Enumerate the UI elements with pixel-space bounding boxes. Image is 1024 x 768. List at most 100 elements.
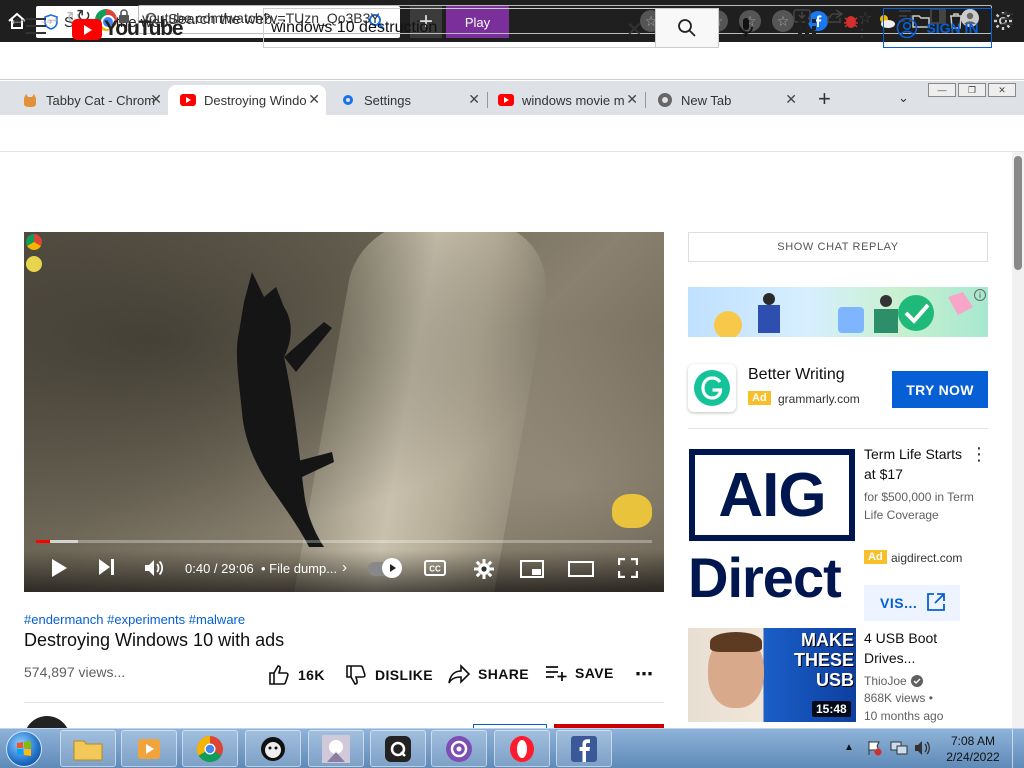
emoji-sticker [612, 494, 652, 528]
verified-icon [910, 675, 923, 687]
app-image-icon [322, 734, 350, 763]
ad-badge: Ad [748, 391, 771, 405]
ad-title[interactable]: Better Writing [748, 366, 845, 384]
opera-icon [510, 735, 534, 762]
clear-icon[interactable]: ✕ [626, 17, 643, 42]
youtube-play-icon [72, 18, 102, 40]
more-vert-icon[interactable]: ⋮ [970, 444, 988, 465]
external-link-icon[interactable] [926, 592, 946, 617]
taskbar-app-face[interactable] [245, 730, 301, 767]
taskbar-media-player[interactable] [121, 730, 177, 767]
share-icon[interactable] [826, 8, 844, 29]
tray-flag-icon[interactable] [866, 740, 882, 759]
new-tab-button[interactable]: + [818, 86, 831, 112]
show-desktop-button[interactable] [1012, 729, 1024, 768]
like-button[interactable]: 16K [268, 664, 325, 686]
tab-settings[interactable]: Settings ✕ [328, 85, 486, 115]
close-icon[interactable]: ✕ [785, 91, 797, 108]
view-count[interactable]: 574,897 views... [24, 664, 125, 680]
youtube-search-button[interactable] [655, 8, 719, 48]
hamburger-menu-icon[interactable] [26, 18, 46, 34]
system-clock[interactable]: 7:08 AM 2/24/2022 [940, 733, 1006, 765]
related-video-title[interactable]: 4 USB Boot Drives... [864, 628, 974, 668]
taskbar-explorer[interactable] [60, 730, 116, 767]
info-icon[interactable]: i [974, 289, 986, 301]
close-window-button[interactable]: ✕ [988, 83, 1016, 97]
minimize-button[interactable]: — [928, 83, 956, 97]
close-icon[interactable]: ✕ [468, 91, 480, 108]
tray-chevron-up-icon[interactable]: ▲ [844, 742, 854, 753]
ad-badge: Ad [864, 550, 887, 564]
ad-title[interactable]: Term Life Starts at $17 [864, 444, 974, 484]
youtube-header [0, 152, 1012, 208]
video-player[interactable]: 0:40 / 29:06 • File dump... › CC [24, 232, 664, 592]
grammarly-logo[interactable] [688, 364, 736, 412]
window-controls: — ❐ ✕ [928, 83, 1018, 99]
scrollbar-thumb[interactable] [1014, 156, 1022, 270]
dislike-button[interactable]: DISLIKE [345, 664, 433, 686]
sign-in-button[interactable]: SIGN IN [883, 8, 992, 48]
show-chat-replay-button[interactable]: SHOW CHAT REPLAY [688, 232, 988, 262]
player-controls: 0:40 / 29:06 • File dump... › CC [24, 550, 664, 592]
tab-windows-movie[interactable]: windows movie m ✕ [486, 85, 644, 115]
thumbnail-hair [710, 632, 762, 652]
captions-icon[interactable]: CC [424, 560, 446, 581]
tabby-cat-icon [22, 92, 38, 108]
chevron-right-icon[interactable]: › [342, 559, 347, 576]
video-hashtags[interactable]: #endermanch #experiments #malware [24, 612, 245, 627]
playlist-add-icon [546, 666, 567, 681]
share-button[interactable]: SHARE [448, 664, 529, 684]
try-now-button[interactable]: TRY NOW [892, 371, 988, 408]
more-vert-icon[interactable]: ⋮ [852, 17, 872, 42]
close-icon[interactable]: ✕ [626, 91, 638, 108]
channel-name[interactable]: ThioJoe [864, 674, 923, 688]
save-label: SAVE [575, 665, 614, 681]
progress-bar[interactable] [36, 540, 652, 543]
play-icon[interactable] [50, 558, 68, 583]
taskbar-opera[interactable] [494, 730, 550, 767]
channel-name-text: ThioJoe [864, 674, 907, 688]
related-video-views: 868K views • [864, 691, 933, 705]
youtube-icon [180, 92, 196, 108]
restore-button[interactable]: ❐ [958, 83, 986, 97]
tab-new-tab[interactable]: New Tab ✕ [645, 85, 803, 115]
forward-arrow-icon[interactable]: → [44, 7, 62, 28]
theater-mode-icon[interactable] [568, 561, 594, 582]
next-icon[interactable] [98, 558, 116, 581]
autoplay-knob [382, 558, 402, 578]
tab-destroying-windows[interactable]: Destroying Windo ✕ [168, 85, 326, 115]
taskbar-facebook[interactable] [556, 730, 612, 767]
folder-icon [73, 740, 103, 760]
facebook-icon [571, 735, 597, 762]
settings-gear-icon[interactable] [473, 558, 495, 585]
miniplayer-icon[interactable] [520, 560, 544, 583]
apps-grid-icon[interactable] [798, 19, 816, 42]
taskbar-app-q[interactable] [370, 730, 426, 767]
ad-banner-image[interactable] [688, 287, 988, 337]
volume-icon[interactable] [144, 558, 166, 583]
ad-description: for $500,000 in Term Life Coverage [864, 490, 974, 522]
taskbar-app-at[interactable] [431, 730, 487, 767]
tray-volume-icon[interactable] [914, 740, 932, 759]
microphone-icon[interactable] [738, 17, 754, 44]
fullscreen-icon[interactable] [617, 557, 639, 583]
close-icon[interactable]: ✕ [150, 91, 162, 108]
more-horiz-icon[interactable]: ⋯ [635, 664, 653, 685]
close-icon[interactable]: ✕ [308, 91, 320, 108]
more-vert-icon[interactable]: ⋮ [998, 8, 1014, 28]
app-face-icon [261, 736, 285, 761]
youtube-search-input[interactable]: windows 10 destruction [263, 8, 656, 48]
start-button[interactable] [6, 731, 42, 767]
chevron-down-icon[interactable]: ⌄ [898, 90, 909, 106]
at-app-icon [446, 735, 472, 762]
youtube-logo[interactable]: YouTube [72, 17, 184, 41]
progress-played [36, 540, 50, 543]
tab-tabby-cat[interactable]: Tabby Cat - Chrom ✕ [10, 85, 168, 115]
chapter-title[interactable]: • File dump... [261, 561, 337, 576]
tray-network-icon[interactable] [890, 740, 908, 759]
clock-date: 2/24/2022 [946, 750, 1000, 764]
taskbar-app-image[interactable] [308, 730, 364, 767]
svg-text:CC: CC [429, 565, 441, 574]
taskbar-chrome[interactable] [182, 730, 238, 767]
save-button[interactable]: SAVE [545, 664, 614, 682]
